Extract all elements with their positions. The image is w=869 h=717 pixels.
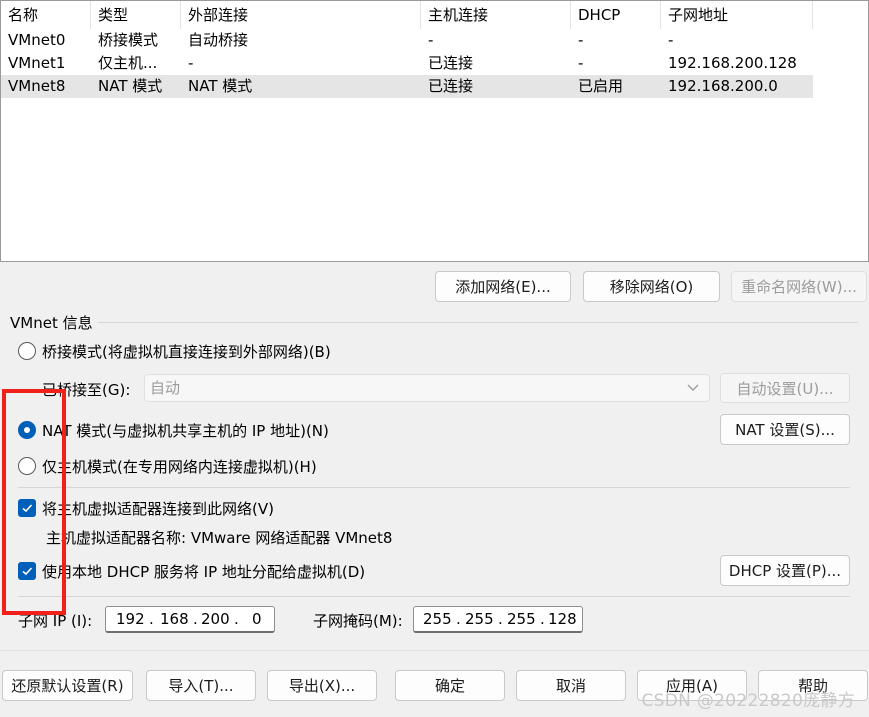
- cancel-button[interactable]: 取消: [516, 670, 626, 701]
- ip-dot: .: [193, 610, 198, 628]
- group-divider: [98, 322, 858, 323]
- column-header-external[interactable]: 外部连接: [181, 1, 421, 29]
- auto-settings-button[interactable]: 自动设置(U)...: [720, 373, 850, 403]
- ip-octet: 168: [160, 610, 189, 628]
- ip-octet: 0: [252, 610, 262, 628]
- section-divider: [18, 596, 850, 597]
- highlight-annotation-rectangle: [2, 389, 66, 615]
- mask-octet: 128: [548, 610, 577, 628]
- column-header-type[interactable]: 类型: [91, 1, 181, 29]
- cell-host: 已连接: [428, 54, 474, 72]
- footer-divider: [0, 650, 869, 651]
- column-header-host[interactable]: 主机连接: [421, 1, 571, 29]
- ip-dot: .: [149, 610, 154, 628]
- table-row-selected[interactable]: VMnet8 NAT 模式 NAT 模式 已连接 已启用 192.168.200…: [1, 75, 813, 98]
- mask-octet: 255: [423, 610, 452, 628]
- ok-button[interactable]: 确定: [395, 670, 505, 701]
- cell-name: VMnet1: [8, 54, 66, 72]
- adapter-name-label: 主机虚拟适配器名称: VMware 网络适配器 VMnet8: [46, 529, 393, 547]
- mask-octet: 255: [465, 610, 494, 628]
- cell-type: NAT 模式: [98, 77, 163, 95]
- subnet-ip-input[interactable]: 192 . 168 . 200 . 0: [105, 606, 275, 633]
- cell-subnet: 192.168.200.0: [668, 77, 778, 95]
- remove-network-button[interactable]: 移除网络(O): [583, 271, 720, 302]
- cell-type: 仅主机...: [98, 54, 158, 72]
- bridged-mode-radio[interactable]: [18, 342, 36, 360]
- connect-adapter-label[interactable]: 将主机虚拟适配器连接到此网络(V): [42, 498, 274, 519]
- import-button[interactable]: 导入(T)...: [146, 670, 256, 701]
- cell-name: VMnet8: [8, 77, 66, 95]
- column-header-subnet[interactable]: 子网地址: [661, 1, 813, 29]
- ip-octet: 200: [201, 610, 230, 628]
- dhcp-settings-button[interactable]: DHCP 设置(P)...: [720, 555, 850, 586]
- ip-octet: 192: [116, 610, 145, 628]
- watermark-text: CSDN @20222820庞静方: [641, 691, 855, 711]
- group-title: VMnet 信息: [10, 314, 93, 332]
- cell-dhcp: -: [578, 31, 584, 49]
- ip-dot: .: [498, 610, 503, 628]
- bridged-to-value: 自动: [150, 379, 181, 397]
- subnet-mask-input[interactable]: 255 . 255 . 255 . 128: [413, 606, 583, 633]
- host-only-mode-label[interactable]: 仅主机模式(在专用网络内连接虚拟机)(H): [42, 456, 317, 477]
- cell-external: 自动桥接: [188, 31, 249, 49]
- bridged-to-select[interactable]: 自动: [144, 374, 710, 402]
- section-divider: [18, 487, 850, 488]
- use-dhcp-label[interactable]: 使用本地 DHCP 服务将 IP 地址分配给虚拟机(D): [42, 561, 365, 582]
- cell-external: NAT 模式: [188, 77, 253, 95]
- ip-dot: .: [456, 610, 461, 628]
- rename-network-button[interactable]: 重命名网络(W)...: [731, 271, 867, 302]
- table-header: 名称 类型 外部连接 主机连接 DHCP 子网地址: [1, 1, 813, 29]
- nat-settings-button[interactable]: NAT 设置(S)...: [720, 414, 850, 445]
- cell-external: -: [188, 54, 194, 72]
- restore-defaults-button[interactable]: 还原默认设置(R): [2, 670, 133, 701]
- cell-dhcp: -: [578, 54, 584, 72]
- chevron-down-icon: [687, 375, 699, 409]
- cell-subnet: -: [668, 31, 674, 49]
- ip-dot: .: [540, 610, 545, 628]
- ip-dot: .: [234, 610, 239, 628]
- table-row[interactable]: VMnet0 桥接模式 自动桥接 - - -: [1, 29, 813, 52]
- cell-host: -: [428, 31, 434, 49]
- nat-mode-label[interactable]: NAT 模式(与虚拟机共享主机的 IP 地址)(N): [42, 420, 329, 441]
- subnet-mask-label: 子网掩码(M):: [313, 612, 403, 630]
- cell-name: VMnet0: [8, 31, 66, 49]
- add-network-button[interactable]: 添加网络(E)...: [435, 271, 571, 302]
- bridged-mode-label[interactable]: 桥接模式(将虚拟机直接连接到外部网络)(B): [42, 341, 331, 362]
- column-header-name[interactable]: 名称: [1, 1, 91, 29]
- cell-dhcp: 已启用: [578, 77, 624, 95]
- column-header-dhcp[interactable]: DHCP: [571, 1, 661, 29]
- table-row[interactable]: VMnet1 仅主机... - 已连接 - 192.168.200.128: [1, 52, 813, 75]
- mask-octet: 255: [507, 610, 536, 628]
- cell-host: 已连接: [428, 77, 474, 95]
- export-button[interactable]: 导出(X)...: [267, 670, 377, 701]
- cell-subnet: 192.168.200.128: [668, 54, 797, 72]
- cell-type: 桥接模式: [98, 31, 159, 49]
- network-table: 名称 类型 外部连接 主机连接 DHCP 子网地址 VMnet0 桥接模式 自动…: [0, 0, 869, 262]
